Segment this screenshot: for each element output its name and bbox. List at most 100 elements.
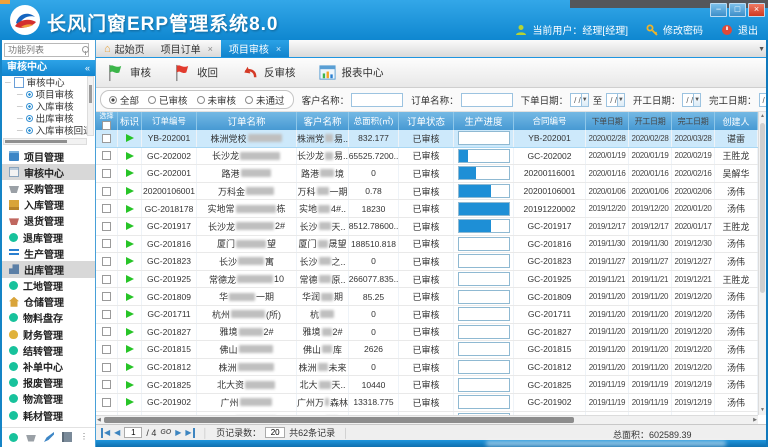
scroll-down-icon[interactable]: ▼ xyxy=(759,406,766,415)
tab-close-icon[interactable]: × xyxy=(208,44,213,54)
sidebar-item[interactable]: 仓储管理 xyxy=(2,294,95,310)
table-row[interactable]: GC-201902广州广州万森林13318.775已审核GC-201902201… xyxy=(96,394,758,412)
grid-header-select[interactable]: 选择 xyxy=(96,112,118,130)
table-row[interactable]: GC-201825北大资北大天..10440已审核GC-2018252019/1… xyxy=(96,376,758,394)
sidebar-item[interactable]: 项目管理 xyxy=(2,148,95,164)
tab[interactable]: ⌂起始页 xyxy=(96,40,153,57)
radio-option[interactable]: 全部 xyxy=(109,93,139,107)
row-checkbox[interactable] xyxy=(102,380,111,389)
order-name-input[interactable] xyxy=(461,93,513,107)
tab[interactable]: 项目审核× xyxy=(221,40,289,57)
scroll-right-icon[interactable]: ▶ xyxy=(753,416,757,424)
tab-close-icon[interactable]: × xyxy=(276,44,281,54)
row-checkbox[interactable] xyxy=(102,222,111,231)
toolbar-button-chart[interactable]: 报表中心 xyxy=(318,63,384,82)
row-checkbox[interactable] xyxy=(102,275,111,284)
sidebar-item[interactable]: 补单中心 xyxy=(2,358,95,374)
tree-node[interactable]: ─入库审核回退 xyxy=(2,124,95,136)
table-row[interactable]: GC-201823长沙寓长沙之..0已审核GC-2018232019/11/27… xyxy=(96,253,758,271)
next-page-button[interactable]: ▶ xyxy=(175,428,181,438)
sidebar-item[interactable]: 物流管理 xyxy=(2,391,95,407)
calendar-dropdown-icon[interactable]: ▼ xyxy=(618,93,625,107)
row-checkbox[interactable] xyxy=(102,292,111,301)
table-row[interactable]: GC-201815佛山佛山库2626已审核GC-2018152019/11/20… xyxy=(96,341,758,359)
grid-header-order-no[interactable]: 订单编号 xyxy=(142,112,197,130)
grid-header-customer-name[interactable]: 客户名称 xyxy=(297,112,349,130)
toolbar-button-undo-red[interactable]: 反审核 xyxy=(240,63,296,82)
sidebar-item[interactable]: 报废管理 xyxy=(2,375,95,391)
book-icon[interactable] xyxy=(62,432,72,442)
grid-horizontal-scrollbar[interactable]: ◀ ▶ xyxy=(96,415,758,424)
page-number-input[interactable] xyxy=(124,427,142,438)
tree-horizontal-scrollbar[interactable] xyxy=(3,138,87,145)
cart-icon[interactable] xyxy=(26,435,36,442)
grid-header-production-progress[interactable]: 生产进度 xyxy=(454,112,514,130)
table-row[interactable]: GC-201827雅境2#雅境2#0已审核GC-2018272019/11/20… xyxy=(96,324,758,342)
row-checkbox[interactable] xyxy=(102,151,111,160)
last-page-button[interactable]: ▶ xyxy=(185,428,194,438)
grid-header-start-date[interactable]: 开工日期 xyxy=(629,112,672,130)
row-checkbox[interactable] xyxy=(102,169,111,178)
row-checkbox[interactable] xyxy=(102,257,111,266)
horizontal-scroll-thumb[interactable] xyxy=(104,417,574,423)
grid-header-order-status[interactable]: 订单状态 xyxy=(399,112,454,130)
calendar-dropdown-icon[interactable]: ▼ xyxy=(582,93,589,107)
toolbar-button-flag-red[interactable]: 收回 xyxy=(173,63,218,82)
table-row[interactable]: YB-202001株洲党校株洲党易..832.177已审核YB-20200120… xyxy=(96,130,758,148)
vertical-scroll-thumb[interactable] xyxy=(760,123,765,293)
select-all-checkbox[interactable] xyxy=(102,121,111,130)
row-checkbox[interactable] xyxy=(102,310,111,319)
maximize-button[interactable]: □ xyxy=(729,3,746,17)
start-date-input[interactable]: / / xyxy=(682,93,694,107)
sidebar-item[interactable]: 生产管理 xyxy=(2,245,95,261)
radio-option[interactable]: 已审核 xyxy=(148,93,188,107)
toolbar-button-flag-green[interactable]: 审核 xyxy=(106,63,151,82)
minimize-button[interactable]: − xyxy=(710,3,727,17)
row-checkbox[interactable] xyxy=(102,239,111,248)
tab[interactable]: 项目订单× xyxy=(153,40,221,57)
sidebar-item[interactable]: 入库管理 xyxy=(2,197,95,213)
sidebar-item[interactable]: 退货管理 xyxy=(2,213,95,229)
pen-blue-icon[interactable] xyxy=(44,432,54,442)
grid-header-order-date[interactable]: 下单日期 xyxy=(586,112,629,130)
customer-name-input[interactable] xyxy=(351,93,403,107)
table-row[interactable]: GC-201925常德龙10常德原..266077.835..已审核GC-201… xyxy=(96,271,758,289)
sidebar-item[interactable]: 耗材管理 xyxy=(2,407,95,423)
row-checkbox[interactable] xyxy=(102,398,111,407)
change-password-link[interactable]: 修改密码 xyxy=(663,22,703,37)
pin-icon[interactable] xyxy=(82,46,89,53)
row-checkbox[interactable] xyxy=(102,363,111,372)
sidebar-item[interactable]: 物料盘存 xyxy=(2,310,95,326)
close-button[interactable]: × xyxy=(748,3,765,17)
row-checkbox[interactable] xyxy=(102,345,111,354)
grid-vertical-scrollbar[interactable]: ▲ ▼ xyxy=(758,112,766,415)
row-checkbox[interactable] xyxy=(102,134,111,143)
table-row[interactable]: GC-202002长沙龙长沙龙易..65525.7200..已审核GC-2020… xyxy=(96,148,758,166)
order-date-input[interactable]: / / xyxy=(570,93,582,107)
table-row[interactable]: GC-201917长沙龙2#长沙天..8512.78600..已审核GC-201… xyxy=(96,218,758,236)
function-search-input[interactable] xyxy=(4,43,89,57)
dot-teal-icon[interactable] xyxy=(9,433,18,442)
table-row[interactable]: 20200106001万科金万科一期0.78已审核202001060012020… xyxy=(96,183,758,201)
first-page-button[interactable]: ◀ xyxy=(101,428,110,438)
page-size-input[interactable] xyxy=(265,427,285,438)
grid-header-total-area[interactable]: 总面积(㎡) xyxy=(349,112,399,130)
tab-overflow-icon[interactable]: ▼ xyxy=(758,46,765,53)
table-row[interactable]: GC-202001路港路港境0已审核202001160012020/01/162… xyxy=(96,165,758,183)
logout-link[interactable]: 退出 xyxy=(738,22,758,37)
table-row[interactable]: GC-201816厦门望厦门晟望188510.818已审核GC-20181620… xyxy=(96,236,758,254)
table-row[interactable]: GC-201812株洲株洲未来0已审核GC-2018122019/11/2020… xyxy=(96,359,758,377)
scroll-up-icon[interactable]: ▲ xyxy=(759,112,766,121)
row-checkbox[interactable] xyxy=(102,187,111,196)
sidebar-item[interactable]: 审核中心 xyxy=(2,164,95,180)
grid-header-order-name[interactable]: 订单名称 xyxy=(197,112,297,130)
grid-header-contract-no[interactable]: 合同编号 xyxy=(514,112,586,130)
table-row[interactable]: GC-2018178实地常栋实地4#..18230已审核201912200022… xyxy=(96,200,758,218)
calendar-dropdown-icon[interactable]: ▼ xyxy=(694,93,701,107)
collapse-icon[interactable]: « xyxy=(85,60,90,76)
sidebar-item[interactable]: 财务管理 xyxy=(2,326,95,342)
sidebar-item[interactable]: 工地管理 xyxy=(2,278,95,294)
scroll-left-icon[interactable]: ◀ xyxy=(97,416,101,424)
grid-header-finish-date[interactable]: 完工日期 xyxy=(672,112,715,130)
sidebar-item[interactable]: 退库管理 xyxy=(2,229,95,245)
